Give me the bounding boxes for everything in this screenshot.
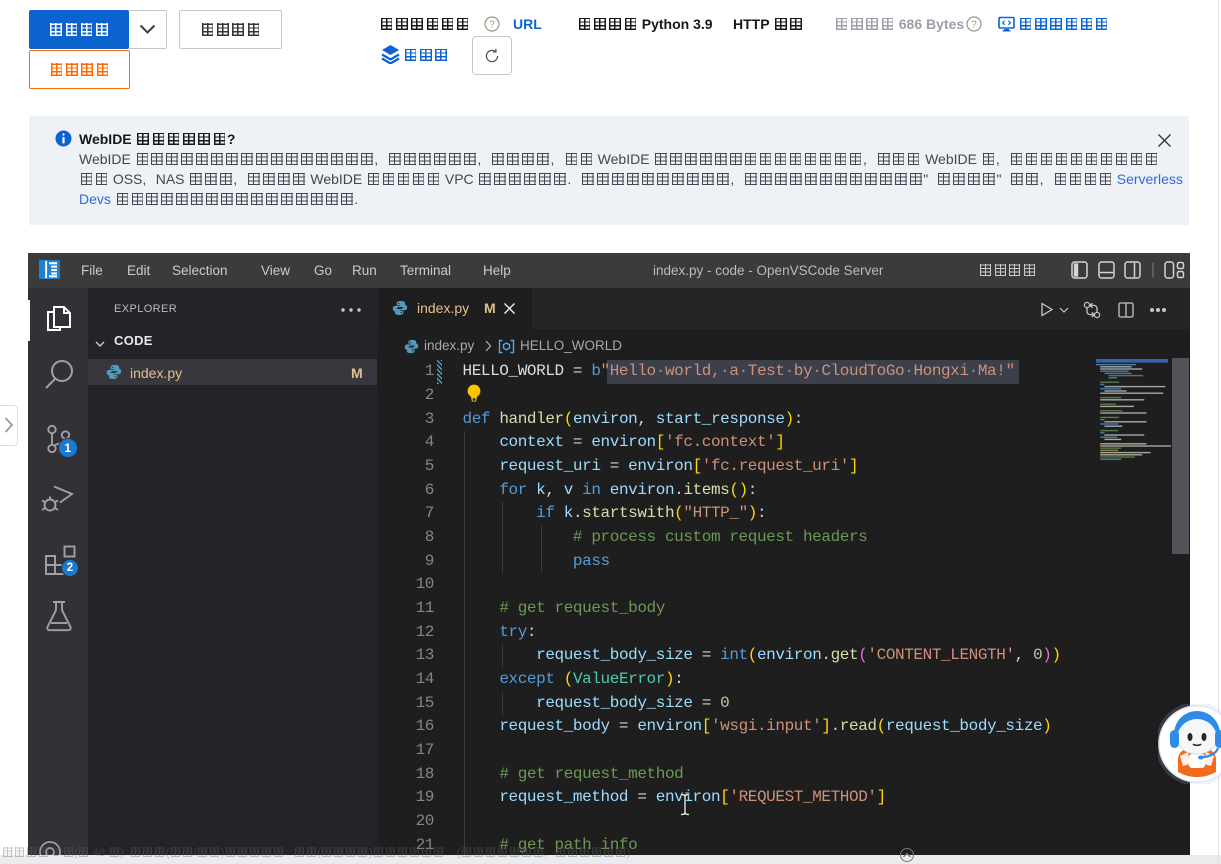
svg-text:?: ? (971, 20, 977, 31)
svg-text:?: ? (489, 20, 495, 31)
